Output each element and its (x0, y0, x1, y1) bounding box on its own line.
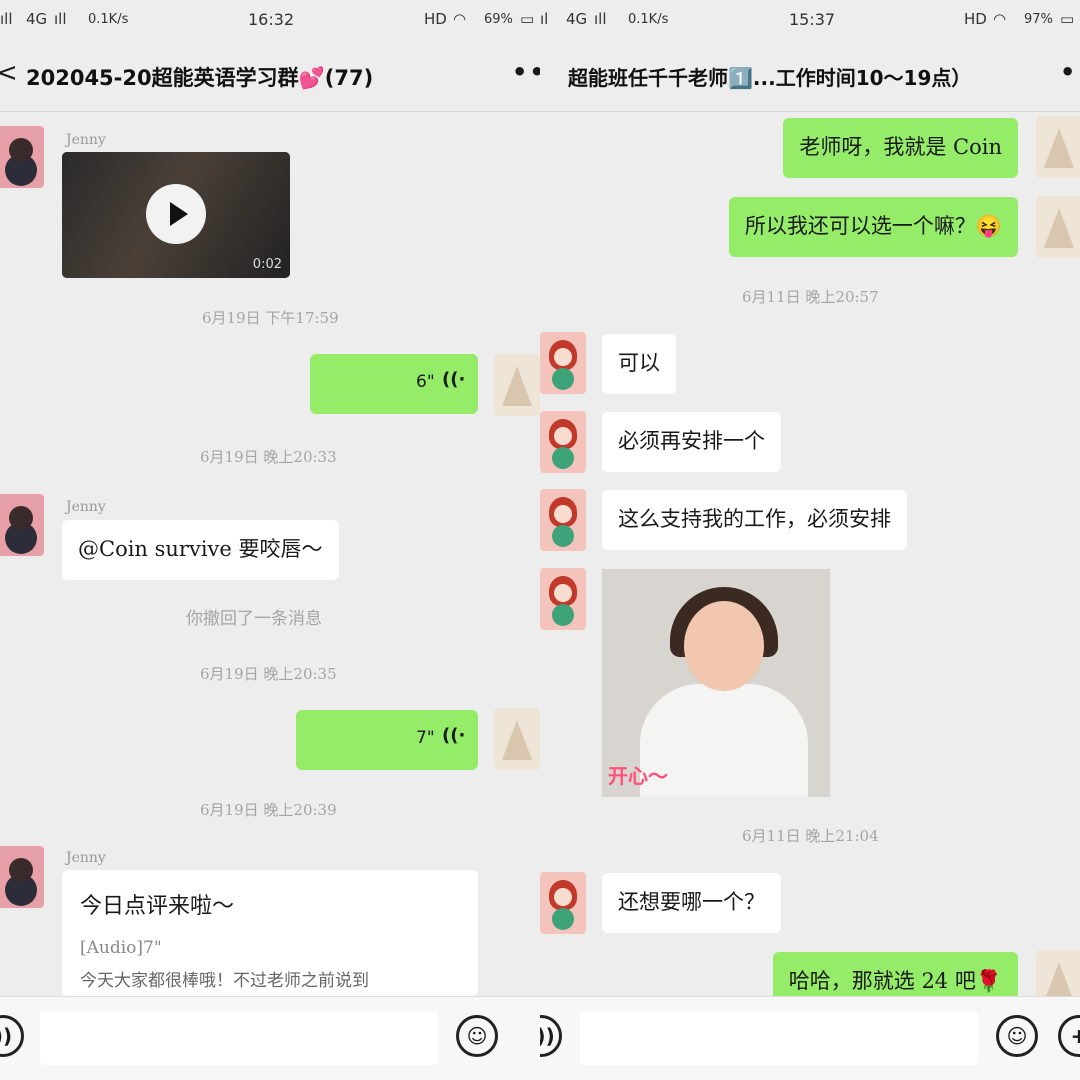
hd-badge: HD (424, 10, 447, 28)
network-type: 4G (26, 10, 48, 28)
clock: 15:37 (789, 10, 836, 29)
text-message[interactable]: 老师呀，我就是 Coin (783, 118, 1018, 178)
sticker-caption: 开心～ (608, 764, 668, 788)
avatar-teacher[interactable] (540, 568, 586, 630)
timestamp: 6月19日 晚上20:39 (200, 801, 337, 819)
battery-level: 69% (484, 12, 513, 27)
signal-bars-icon: ıll (54, 10, 67, 28)
timestamp: 6月19日 晚上20:33 (200, 448, 337, 466)
emoji-icon[interactable]: ☺ (456, 1015, 498, 1057)
review-card[interactable]: 今日点评来啦～ [Audio]7" 今天大家都很棒哦！不过老师之前说到 (62, 870, 478, 996)
emoji-icon[interactable]: ☺ (996, 1015, 1038, 1057)
text-message[interactable]: @Coin survive 要咬唇～ (62, 520, 339, 580)
avatar-jenny[interactable] (0, 126, 44, 188)
timestamp: 6月11日 晚上21:04 (742, 827, 879, 845)
avatar-teacher[interactable] (540, 411, 586, 473)
avatar-teacher[interactable] (540, 872, 586, 934)
group-title: 202045-20超能英语学习群💕(77) (26, 66, 374, 90)
wifi-icon: ◠ (993, 10, 1007, 28)
left-chat-screen: ıll 4G ıll 0.1K/s 16:32 HD ◠ 69% ▭ < 202… (0, 0, 540, 1080)
timestamp: 6月19日 晚上20:35 (200, 665, 337, 683)
battery-icon: ▭ (1060, 10, 1075, 28)
video-duration: 0:02 (252, 257, 282, 272)
voice-mode-icon[interactable]: ))) (540, 1015, 562, 1057)
avatar-coin[interactable] (1036, 196, 1080, 258)
avatar-teacher[interactable] (540, 489, 586, 551)
wifi-icon: ◠ (453, 10, 467, 28)
input-bar: ))) ☺ + (540, 996, 1080, 1080)
voice-duration: 6" (416, 372, 435, 392)
sticker-message[interactable]: 开心～ (602, 569, 830, 797)
voice-duration: 7" (416, 728, 435, 748)
battery-icon: ▭ (520, 10, 535, 28)
battery-level: 97% (1024, 12, 1053, 27)
avatar-coin[interactable] (1036, 116, 1080, 178)
timestamp: 6月11日 晚上20:57 (742, 288, 879, 306)
voice-wave-icon: ((· (442, 725, 466, 746)
voice-message[interactable]: 7" ((· (296, 710, 478, 770)
more-icon[interactable]: •• (512, 58, 540, 86)
signal-icon: ıll (0, 10, 13, 28)
text-message[interactable]: 还想要哪一个？ (602, 873, 781, 933)
network-type: 4G (566, 10, 588, 28)
plus-icon[interactable]: + (1058, 1015, 1080, 1057)
status-bar: ıll 4G ıll 0.1K/s 16:32 HD ◠ 69% ▭ (0, 0, 540, 40)
text-message[interactable]: 必须再安排一个 (602, 412, 781, 472)
text-message[interactable]: 所以我还可以选一个嘛？😝 (728, 197, 1018, 257)
text-message[interactable]: 这么支持我的工作，必须安排 (602, 490, 907, 550)
contact-title: 超能班任千千老师1️⃣...工作时间10～19点） (568, 66, 972, 90)
play-icon[interactable] (146, 184, 206, 244)
back-icon[interactable]: < (0, 58, 18, 88)
network-speed: 0.1K/s (628, 12, 669, 27)
card-body: 今天大家都很棒哦！不过老师之前说到 (80, 971, 369, 991)
video-message[interactable]: 0:02 (62, 152, 290, 278)
avatar-coin[interactable] (494, 708, 540, 770)
timestamp: 6月19日 下午17:59 (202, 309, 339, 327)
message-input[interactable] (580, 1011, 978, 1065)
avatar-jenny[interactable] (0, 846, 44, 908)
input-bar: )) ☺ (0, 996, 540, 1080)
voice-message[interactable]: 6" ((· (310, 354, 478, 414)
card-audio-label: [Audio]7" (80, 938, 162, 958)
status-bar: ıl 4G ıll 0.1K/s 15:37 HD ◠ 97% ▭ (540, 0, 1080, 40)
voice-mode-icon[interactable]: )) (0, 1015, 24, 1057)
avatar-coin[interactable] (494, 354, 540, 416)
card-title: 今日点评来啦～ (80, 894, 235, 919)
chat-header: < 202045-20超能英语学习群💕(77) •• (0, 44, 540, 112)
hd-badge: HD (964, 10, 987, 28)
recall-notice: 你撤回了一条消息 (186, 609, 322, 629)
avatar-jenny[interactable] (0, 494, 44, 556)
sender-name: Jenny (66, 132, 106, 148)
sticker-face (684, 601, 764, 691)
more-icon[interactable]: •• (1060, 58, 1080, 86)
sender-name: Jenny (66, 499, 106, 515)
avatar-teacher[interactable] (540, 332, 586, 394)
network-speed: 0.1K/s (88, 12, 129, 27)
chat-header: 超能班任千千老师1️⃣...工作时间10～19点） •• (540, 44, 1080, 112)
right-chat-screen: ıl 4G ıll 0.1K/s 15:37 HD ◠ 97% ▭ 超能班任千千… (540, 0, 1080, 1080)
voice-wave-icon: ((· (442, 369, 466, 390)
message-input[interactable] (40, 1011, 438, 1065)
clock: 16:32 (248, 10, 295, 29)
sender-name: Jenny (66, 850, 106, 866)
text-message[interactable]: 可以 (602, 334, 676, 394)
signal-icon: ıl (540, 10, 549, 28)
signal-bars-icon: ıll (594, 10, 607, 28)
